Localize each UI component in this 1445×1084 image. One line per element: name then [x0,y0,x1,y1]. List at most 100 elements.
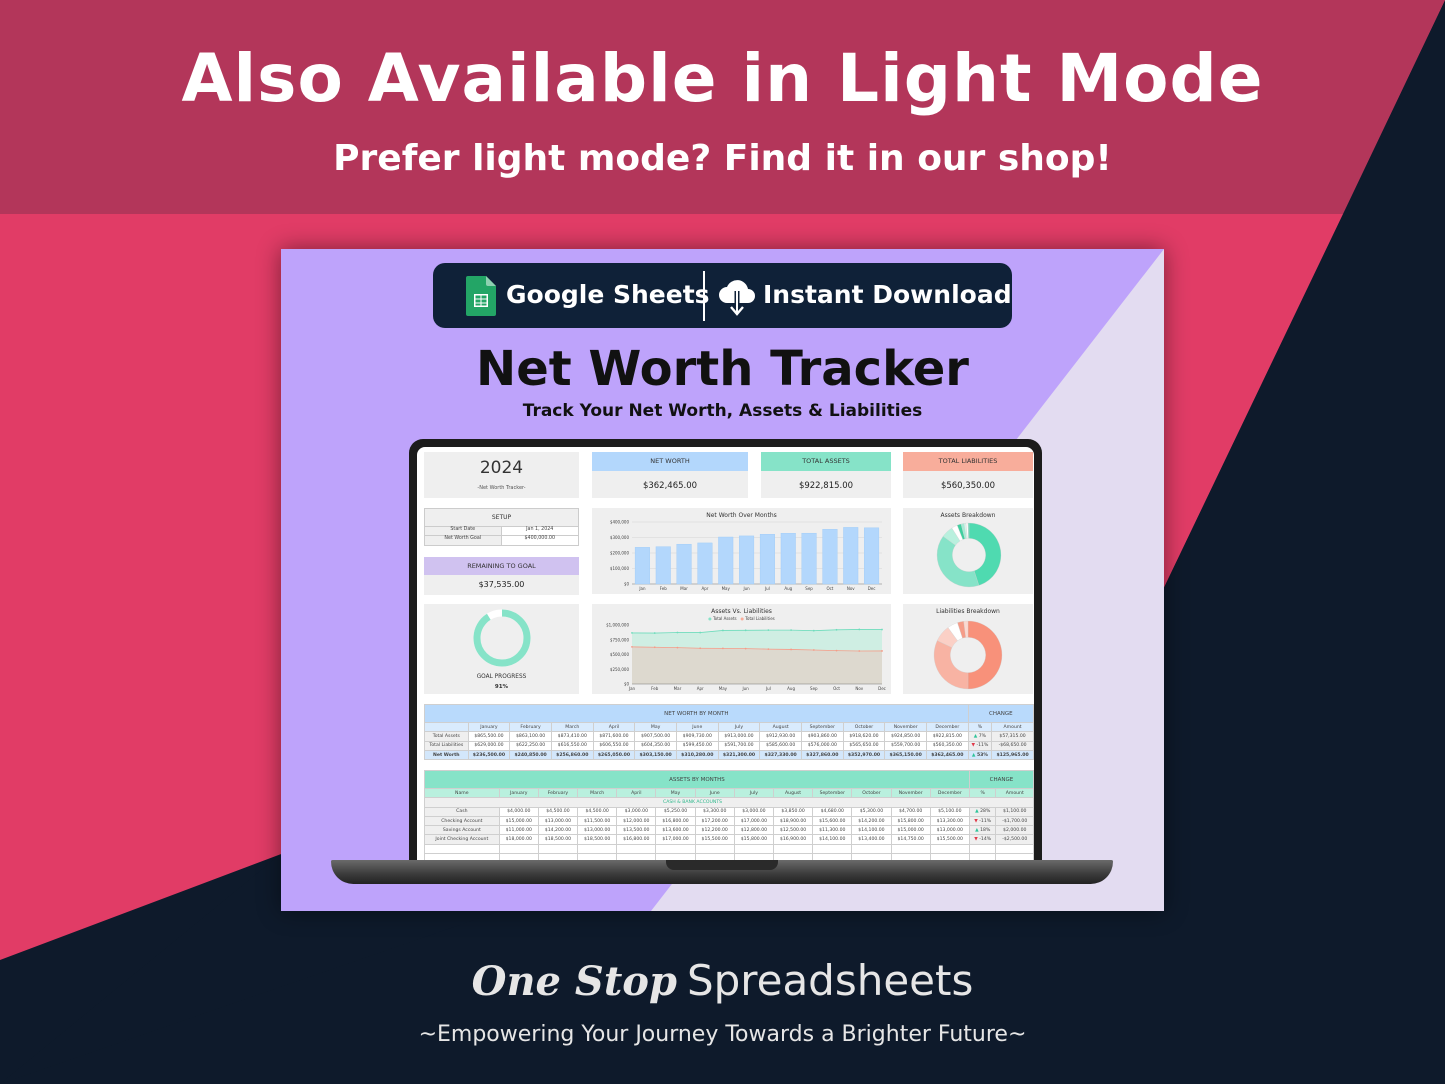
table-cell[interactable]: $14,100.00 [812,834,853,845]
table-cell[interactable]: $560,350.00 [925,740,969,751]
table-cell[interactable]: $912,930.00 [759,731,802,742]
column-header: November [890,787,931,799]
table-cell[interactable]: $12,200.00 [694,825,735,836]
table-cell[interactable]: $922,815.00 [925,731,969,742]
data-point [858,628,861,631]
table-cell[interactable]: $16,800.00 [616,834,657,845]
table-cell[interactable]: $616,550.00 [550,740,594,751]
table-cell[interactable]: $17,000.00 [733,815,774,827]
table-cell[interactable]: $12,800.00 [733,825,774,836]
assets-table-title: ASSETS BY MONTHS [424,770,970,789]
table-cell[interactable]: $909,730.00 [675,731,719,742]
table-cell[interactable]: $15,000.00 [498,815,539,827]
net-worth-goal-field[interactable]: $400,000.00 [502,536,579,545]
table-cell[interactable]: $3,300.00 [694,806,735,817]
row-label: Net Worth [424,749,469,761]
table-cell[interactable]: $13,000.00 [929,825,970,836]
table-cell[interactable]: $265,050.00 [592,749,636,761]
table-cell[interactable]: $15,500.00 [694,834,735,845]
table-cell[interactable]: $903,860.00 [800,731,844,742]
table-cell[interactable]: $918,620.00 [842,731,886,742]
table-cell[interactable]: $13,400.00 [851,834,892,845]
table-cell[interactable]: $18,500.00 [577,834,618,845]
start-date-field[interactable]: Jan 1, 2024 [502,527,579,535]
table-cell[interactable]: $321,300.00 [717,749,761,761]
table-cell[interactable]: $599,450.00 [675,740,719,751]
table-cell[interactable]: $17,200.00 [694,815,735,827]
table-cell[interactable]: $13,600.00 [655,825,696,836]
table-cell[interactable]: $18,500.00 [537,834,579,845]
table-cell[interactable]: $606,550.00 [592,740,636,751]
table-cell[interactable]: $4,500.00 [537,806,579,817]
table-cell[interactable]: $5,300.00 [851,806,892,817]
table-cell[interactable]: $16,900.00 [772,834,814,845]
table-cell[interactable]: $13,500.00 [616,825,657,836]
table-cell[interactable]: $15,600.00 [812,815,853,827]
table-cell[interactable]: $4,680.00 [812,806,853,817]
table-cell[interactable]: $14,200.00 [851,815,892,827]
net-worth-by-month-table: NET WORTH BY MONTH CHANGE January Februar… [424,704,1034,761]
table-cell[interactable]: $863,100.00 [509,731,552,742]
table-cell[interactable]: $591,700.00 [717,740,761,751]
table-cell[interactable]: $907,500.00 [634,731,677,742]
table-cell[interactable]: $585,600.00 [759,740,802,751]
table-cell[interactable]: $236,500.00 [467,749,511,761]
table-cell[interactable]: $11,000.00 [498,825,539,836]
table-cell[interactable]: $873,410.00 [550,731,594,742]
table-cell[interactable]: $871,600.00 [592,731,636,742]
table-cell[interactable]: $18,000.00 [498,834,539,845]
table-cell[interactable]: $5,100.00 [929,806,970,817]
change-amount: -$2,500.00 [995,834,1034,845]
table-cell[interactable]: $14,100.00 [851,825,892,836]
table-cell[interactable]: $310,280.00 [675,749,719,761]
table-cell[interactable]: $18,900.00 [772,815,814,827]
table-cell[interactable]: $17,000.00 [655,834,696,845]
data-point [699,647,702,650]
table-cell[interactable]: $604,350.00 [634,740,677,751]
table-cell[interactable]: $12,000.00 [616,815,657,827]
table-cell[interactable]: $14,750.00 [890,834,931,845]
table-cell[interactable]: $240,850.00 [509,749,552,761]
table-cell[interactable]: $16,800.00 [655,815,696,827]
table-cell[interactable]: $3,850.00 [772,806,814,817]
table-cell[interactable]: $13,000.00 [577,825,618,836]
table-cell[interactable]: $327,330.00 [759,749,802,761]
table-cell[interactable]: $362,465.00 [925,749,969,761]
bar-may [718,536,734,585]
table-cell[interactable]: $303,150.00 [634,749,677,761]
table-cell[interactable]: $3,000.00 [733,806,774,817]
table-cell[interactable]: $13,300.00 [929,815,970,827]
table-cell[interactable]: $12,500.00 [772,825,814,836]
table-cell[interactable]: $15,800.00 [733,834,774,845]
table-cell[interactable]: $865,500.00 [467,731,511,742]
table-cell[interactable]: $365,150.00 [884,749,927,761]
table-cell[interactable]: $576,000.00 [800,740,844,751]
x-tick-label: Nov [855,686,863,691]
table-cell[interactable]: $15,800.00 [890,815,931,827]
table-cell[interactable]: $4,500.00 [577,806,618,817]
table-cell[interactable]: $629,000.00 [467,740,511,751]
data-point [631,632,633,634]
table-cell[interactable]: $3,000.00 [616,806,657,817]
table-cell[interactable]: $15,500.00 [929,834,970,845]
table-cell[interactable]: $327,860.00 [800,749,844,761]
table-cell[interactable]: $256,860.00 [550,749,594,761]
goal-progress-value: 91% [494,684,509,690]
table-cell[interactable]: $924,850.00 [884,731,927,742]
table-cell[interactable]: $13,000.00 [537,815,579,827]
table-cell[interactable]: $5,250.00 [655,806,696,817]
table-cell[interactable]: $352,970.00 [842,749,886,761]
table-cell[interactable]: $559,700.00 [884,740,927,751]
table-cell[interactable]: $4,000.00 [498,806,539,817]
table-cell[interactable]: $15,000.00 [890,825,931,836]
table-cell[interactable]: $622,250.00 [509,740,552,751]
table-cell[interactable]: $11,500.00 [577,815,618,827]
table-cell[interactable]: $14,200.00 [537,825,579,836]
table-cell[interactable]: $565,650.00 [842,740,886,751]
table-row: Savings Account $11,000.00 $14,200.00 $13,0… [424,825,1034,836]
table-cell[interactable]: $913,000.00 [717,731,761,742]
data-point [744,647,747,650]
table-cell[interactable]: $4,700.00 [890,806,931,817]
table-cell[interactable]: $11,300.00 [812,825,853,836]
net-worth-change-title: CHANGE [967,704,1034,723]
